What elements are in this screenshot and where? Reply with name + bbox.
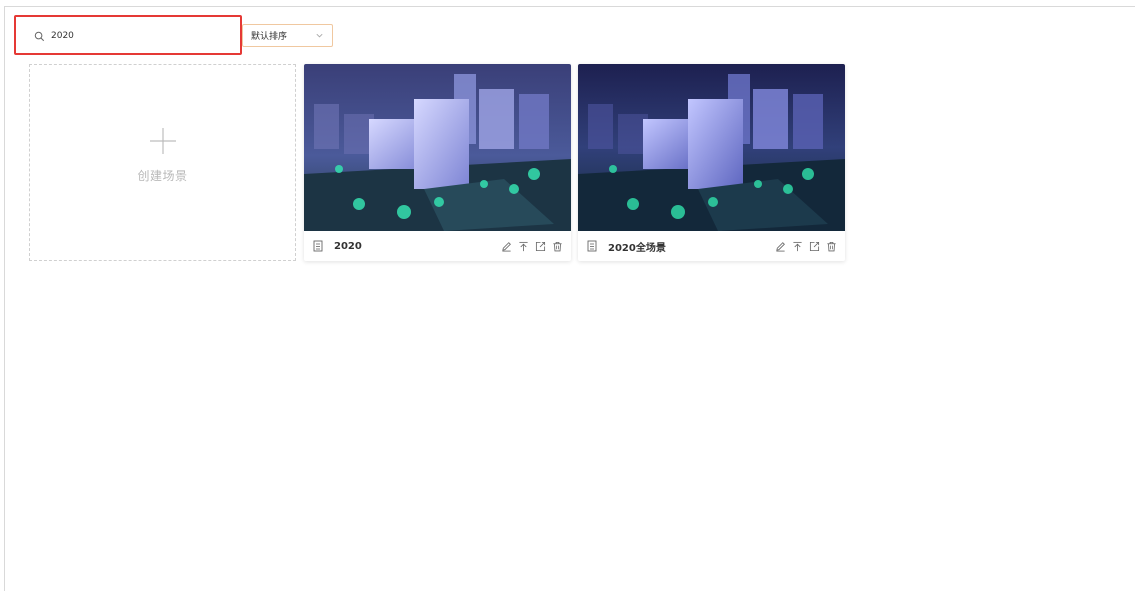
pin-to-top-icon[interactable]: [792, 241, 803, 252]
plus-icon: [149, 128, 176, 154]
scene-card[interactable]: 2020: [304, 64, 571, 261]
delete-icon[interactable]: [826, 241, 837, 252]
search-icon: [34, 31, 45, 41]
document-icon: [587, 240, 597, 252]
search-input[interactable]: [51, 31, 211, 41]
edit-icon[interactable]: [775, 241, 786, 252]
external-link-icon[interactable]: [809, 241, 820, 252]
scene-footer: 2020: [304, 231, 571, 261]
create-scene-card[interactable]: 创建场景: [29, 64, 296, 261]
scene-thumbnail[interactable]: [578, 64, 845, 231]
scene-name: 2020全场景: [608, 242, 666, 254]
delete-icon[interactable]: [552, 241, 563, 252]
pin-to-top-icon[interactable]: [518, 241, 529, 252]
scene-footer: 2020全场景: [578, 231, 845, 261]
create-scene-label: 创建场景: [137, 169, 188, 183]
scene-actions: [775, 241, 837, 252]
scene-card[interactable]: 2020全场景: [578, 64, 845, 261]
scene-name: 2020: [334, 240, 362, 252]
chevron-down-icon: [316, 33, 323, 38]
edit-icon[interactable]: [501, 241, 512, 252]
document-icon: [313, 240, 323, 252]
external-link-icon[interactable]: [535, 241, 546, 252]
sort-select[interactable]: 默认排序: [242, 24, 333, 47]
search-box[interactable]: [28, 24, 234, 48]
scene-thumbnail[interactable]: [304, 64, 571, 231]
sort-selected-label: 默认排序: [251, 32, 288, 42]
scene-actions: [501, 241, 563, 252]
